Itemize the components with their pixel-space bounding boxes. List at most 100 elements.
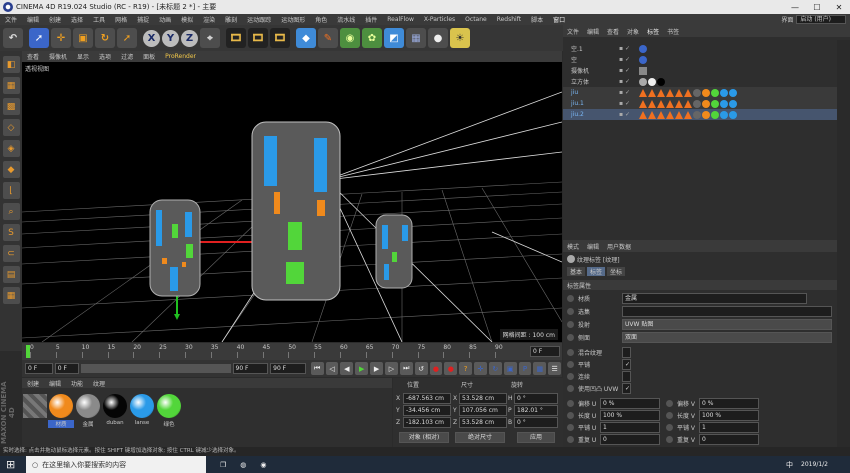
selection-tag-icon[interactable] [648, 88, 656, 97]
material-tag-icon[interactable] [711, 88, 719, 97]
viewport-menu-item[interactable]: 面板 [138, 52, 160, 61]
material-swatch-metal[interactable] [22, 394, 48, 430]
material-tag-icon[interactable] [729, 99, 737, 108]
tiles-u-field[interactable]: 1 [600, 421, 660, 433]
deformer-icon[interactable]: ◩ [384, 28, 404, 48]
menu-item[interactable]: Redshift [492, 16, 526, 23]
menu-item[interactable]: 渲染 [198, 15, 220, 24]
coord-rot-field[interactable]: 0 ° [514, 393, 558, 404]
visibility-icon[interactable]: ▪ ✓ [619, 56, 639, 63]
close-button[interactable]: ✕ [828, 3, 850, 12]
attr-tab-edit[interactable]: 编辑 [583, 242, 603, 251]
coord-rot-field[interactable]: 0 ° [514, 417, 558, 428]
end-frame-field[interactable]: 90 F [232, 363, 269, 374]
coord-pos-field[interactable]: -182.103 cm [403, 417, 451, 428]
object-row[interactable]: 立方体 ▪ ✓ [563, 76, 850, 87]
end-frame2-field[interactable]: 90 F [270, 363, 306, 374]
repeat-v-field[interactable]: 0 [699, 433, 759, 445]
selection-tag-icon[interactable] [666, 88, 674, 97]
layout-select[interactable]: 启动 (用户) [796, 15, 846, 24]
selection-tag-icon[interactable] [684, 110, 692, 119]
repeat-u-field[interactable]: 0 [600, 433, 660, 445]
timeline-menu-icon[interactable]: ☰ [548, 362, 562, 375]
perspective-viewport[interactable]: 透视视图 网格间距 : 100 cm [22, 62, 562, 342]
material-tab[interactable]: 编辑 [44, 379, 66, 388]
material-swatch[interactable]: duban [102, 394, 128, 430]
menu-item[interactable]: Octane [460, 16, 492, 23]
material-tab[interactable]: 功能 [66, 379, 88, 388]
material-swatch[interactable]: lanse [129, 394, 155, 430]
move-icon[interactable]: ✛ [51, 28, 71, 48]
selection-tag-icon[interactable] [648, 99, 656, 108]
select-tool-icon[interactable]: ➚ [117, 28, 137, 48]
viewport-menu-item[interactable]: ProRender [160, 53, 201, 60]
menu-item[interactable]: 网格 [110, 15, 132, 24]
range-slider[interactable] [80, 364, 231, 373]
texture-tag-icon[interactable] [657, 77, 665, 86]
texture-tag-icon[interactable] [648, 77, 656, 86]
object-tab[interactable]: 书签 [663, 27, 683, 36]
current-frame-field[interactable]: 0 F [530, 346, 560, 357]
menu-item[interactable]: 脚本 [526, 15, 548, 24]
prev-key-icon[interactable]: ◁ [325, 362, 339, 375]
visibility-icon[interactable]: ▪ ✓ [619, 111, 639, 118]
tiles-v-field[interactable]: 1 [699, 421, 759, 433]
coord-size-field[interactable]: 53.528 cm [459, 417, 507, 428]
selection-tag-icon[interactable] [666, 99, 674, 108]
loop-icon[interactable]: ↺ [414, 362, 428, 375]
z-axis-icon[interactable]: Z [181, 29, 198, 47]
texture-mode-icon[interactable]: ▦ [2, 77, 20, 94]
menu-item[interactable]: 捕捉 [132, 15, 154, 24]
subtab-tag[interactable]: 标签 [587, 266, 606, 276]
selection-tag-icon[interactable] [648, 110, 656, 119]
menu-item[interactable]: 运动跟踪 [242, 15, 276, 24]
menu-item[interactable]: 雕刻 [220, 15, 242, 24]
apply-button[interactable]: 应用 [517, 432, 555, 443]
menu-item[interactable]: 编辑 [22, 15, 44, 24]
model-mode-icon[interactable]: ◧ [2, 56, 20, 73]
material-tag-icon[interactable] [702, 88, 710, 97]
y-axis-icon[interactable]: Y [162, 29, 179, 47]
material-tag-icon[interactable] [720, 88, 728, 97]
select-icon[interactable]: ➚ [29, 28, 49, 48]
browser-icon[interactable]: ◍ [240, 461, 246, 469]
rotate-key-icon[interactable]: ↻ [488, 362, 502, 375]
selection-tag-icon[interactable] [666, 110, 674, 119]
last-frame-icon[interactable]: ⏭ [399, 362, 413, 375]
material-tag-icon[interactable] [729, 110, 737, 119]
playhead[interactable] [26, 345, 30, 358]
mix-checkbox[interactable] [622, 346, 631, 358]
cloner-icon[interactable]: ✿ [362, 28, 382, 48]
length-u-field[interactable]: 100 % [600, 409, 660, 421]
texture-tag-icon[interactable] [639, 77, 647, 86]
coord-rot-field[interactable]: 182.01 ° [514, 405, 558, 416]
material-tag-icon[interactable] [711, 99, 719, 108]
length-v-field[interactable]: 100 % [699, 409, 759, 421]
cube-icon[interactable]: ◆ [296, 28, 316, 48]
taskbar-search[interactable]: ○ 在这里输入你要搜索的内容 [26, 456, 206, 473]
tweak-icon[interactable]: ⌕ [2, 203, 20, 220]
render-region-icon[interactable]: 🎞 [226, 28, 246, 48]
material-tag-icon[interactable] [729, 88, 737, 97]
object-row[interactable]: 摄像机 ▪ ✓ [563, 65, 850, 76]
material-swatch[interactable]: 金属 [75, 394, 101, 430]
menu-item[interactable]: 工具 [88, 15, 110, 24]
scale-icon[interactable]: ▣ [73, 28, 93, 48]
object-row[interactable]: jiu.2 ▪ ✓ [563, 109, 850, 120]
uvw-checkbox[interactable]: ✓ [622, 382, 631, 394]
object-row[interactable]: 空 ▪ ✓ [563, 54, 850, 65]
world-icon[interactable]: ⌖ [200, 28, 220, 48]
coord-size-field[interactable]: 107.056 cm [459, 405, 507, 416]
object-row[interactable]: jiu ▪ ✓ [563, 87, 850, 98]
selection-tag-icon[interactable] [639, 88, 647, 97]
render-settings-icon[interactable]: 🎞 [270, 28, 290, 48]
selection-field[interactable] [622, 305, 832, 317]
selection-tag-icon[interactable] [675, 88, 683, 97]
subtab-basic[interactable]: 基本 [567, 266, 586, 276]
pen-icon[interactable]: ✎ [318, 28, 338, 48]
tile-checkbox[interactable]: ✓ [622, 358, 631, 370]
prev-frame-icon[interactable]: ◀ [340, 362, 354, 375]
magnet-icon[interactable]: ⊂ [2, 245, 20, 262]
null-tag-icon[interactable] [639, 55, 647, 64]
x-axis-icon[interactable]: X [143, 29, 160, 47]
